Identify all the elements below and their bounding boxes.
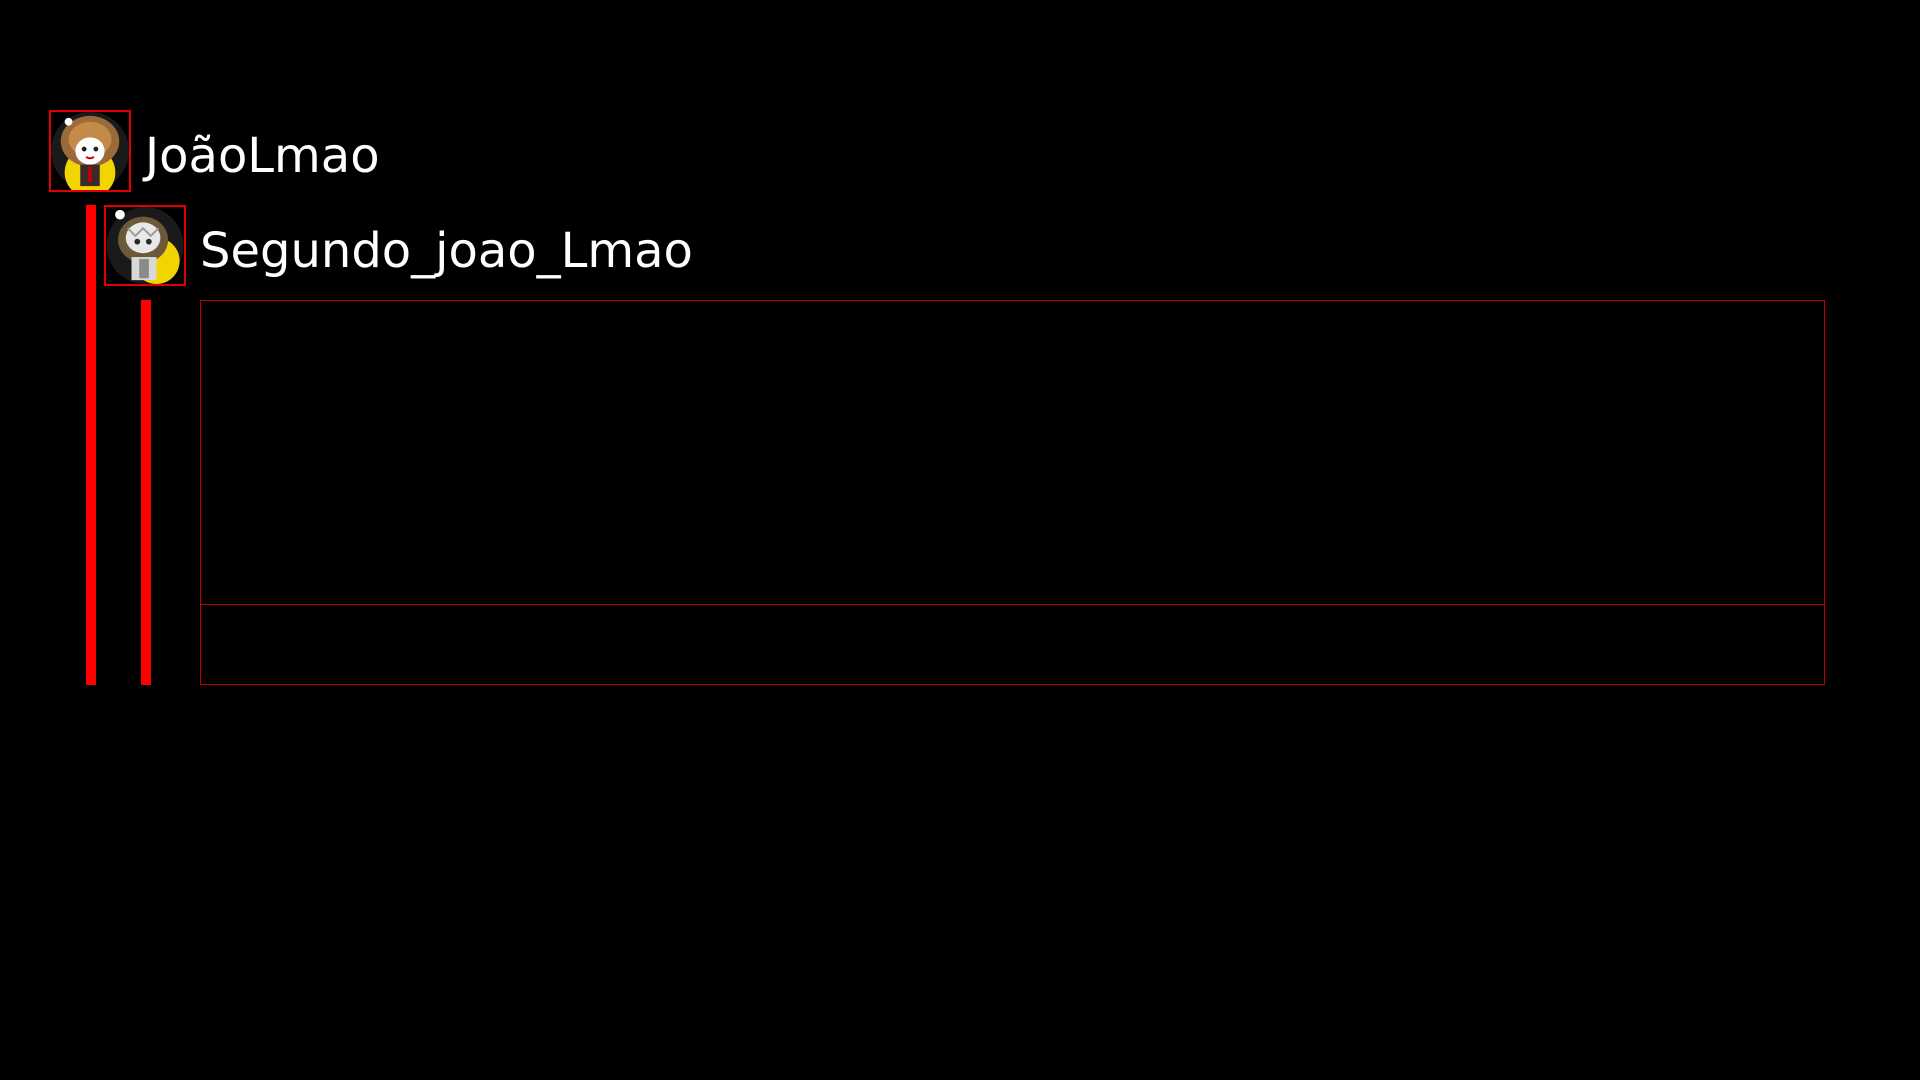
user-avatar-icon bbox=[51, 112, 129, 190]
thread-collapse-line-2[interactable] bbox=[141, 300, 151, 685]
avatar-comment-1[interactable] bbox=[49, 110, 131, 192]
user-avatar-icon bbox=[106, 207, 184, 284]
username-comment-2[interactable]: Segundo_joao_Lmao bbox=[200, 227, 693, 275]
username-comment-1[interactable]: JoãoLmao bbox=[145, 132, 380, 180]
avatar-comment-2[interactable] bbox=[104, 205, 186, 286]
thread-collapse-line-1[interactable] bbox=[86, 205, 96, 685]
comment-body-box bbox=[200, 300, 1825, 685]
reddit-comment-thread: JoãoLmao Segundo_joao_Lmao bbox=[0, 0, 1920, 1080]
comment-action-bar bbox=[201, 605, 1824, 684]
comment-text-area bbox=[201, 301, 1824, 604]
